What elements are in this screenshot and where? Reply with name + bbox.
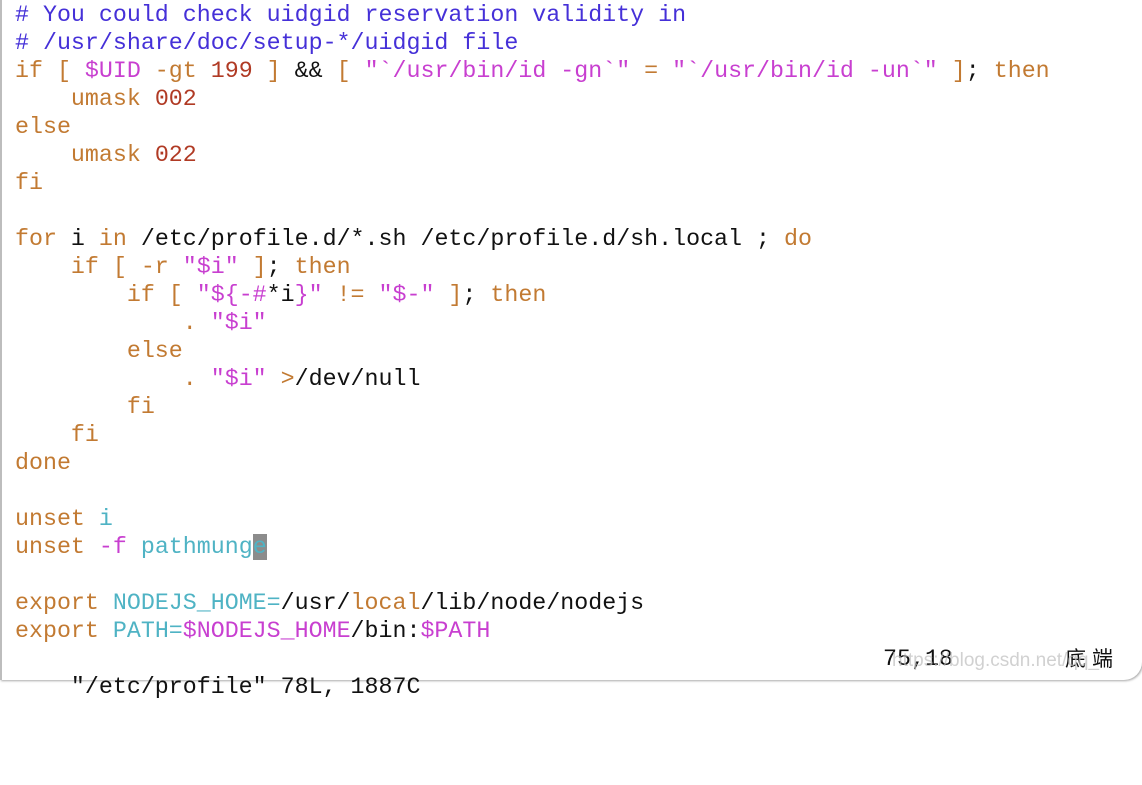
- code-token: "$i": [182, 254, 239, 280]
- code-line: . "$i" >/dev/null: [15, 365, 1050, 393]
- vim-terminal-window[interactable]: # You could check uidgid reservation val…: [0, 0, 1142, 700]
- code-token: ]: [252, 58, 295, 84]
- code-line: if [ "${-#*i}" != "$-" ]; then: [15, 281, 1050, 309]
- code-token: else: [15, 114, 71, 140]
- text-cursor: e: [252, 534, 267, 560]
- code-token: "$-": [378, 282, 435, 308]
- code-token: /usr/: [280, 590, 351, 616]
- code-line: unset -f pathmunge: [15, 533, 1050, 561]
- code-line: done: [15, 449, 1050, 477]
- code-token: "`/usr/bin/id -un`": [672, 58, 938, 84]
- code-line: # /usr/share/doc/setup-*/uidgid file: [15, 29, 1050, 57]
- code-token: 002: [154, 86, 197, 112]
- code-line: . "$i": [15, 309, 1050, 337]
- code-token: ;: [462, 282, 491, 308]
- code-token: -gt: [140, 58, 211, 84]
- code-token: [: [322, 58, 365, 84]
- code-token: for: [15, 226, 57, 252]
- code-token: $UID: [84, 58, 141, 84]
- code-line: fi: [15, 169, 1050, 197]
- code-token: /etc/profile.d/*.sh /etc/profile.d/sh.lo…: [126, 226, 784, 252]
- code-token: local: [350, 590, 421, 616]
- code-token: done: [15, 450, 71, 476]
- code-line: if [ $UID -gt 199 ] && [ "`/usr/bin/id -…: [15, 57, 1050, 85]
- code-token: then: [294, 254, 351, 280]
- code-token: *i: [266, 282, 295, 308]
- file-info: "/etc/profile" 78L, 1887C: [70, 674, 421, 700]
- code-token: then: [490, 282, 547, 308]
- code-line: export NODEJS_HOME=/usr/local/lib/node/n…: [15, 589, 1050, 617]
- code-token: "$i": [210, 310, 267, 336]
- code-token: 199: [210, 58, 253, 84]
- code-token: # /usr/share/doc/setup-*/uidgid file: [15, 30, 519, 56]
- code-token: else: [15, 338, 183, 364]
- code-token: export: [15, 590, 113, 616]
- code-token: ]: [937, 58, 966, 84]
- code-token: umask: [15, 86, 155, 112]
- code-token: ;: [266, 254, 295, 280]
- code-token: ;: [965, 58, 994, 84]
- code-token: $NODEJS_HOME: [182, 618, 351, 644]
- code-token: if [ -r: [15, 254, 183, 280]
- code-token: "${-#: [196, 282, 267, 308]
- code-line: umask 022: [15, 141, 1050, 169]
- code-line: else: [15, 113, 1050, 141]
- code-token: i: [56, 226, 99, 252]
- vim-editor-buffer[interactable]: # You could check uidgid reservation val…: [15, 1, 1050, 645]
- code-token: # You could check uidgid reservation val…: [15, 2, 687, 28]
- code-token: pathmung: [126, 534, 253, 560]
- code-line: export PATH=$NODEJS_HOME/bin:$PATH: [15, 617, 1050, 645]
- code-token: =: [630, 58, 673, 84]
- code-line: fi: [15, 393, 1050, 421]
- code-line: if [ -r "$i" ]; then: [15, 253, 1050, 281]
- code-token: NODEJS_HOME=: [112, 590, 281, 616]
- code-token: if [: [15, 282, 197, 308]
- code-token: "`/usr/bin/id -gn`": [364, 58, 631, 84]
- code-token: >: [266, 366, 295, 392]
- code-token: -f: [98, 534, 127, 560]
- code-token: i: [98, 506, 113, 532]
- code-token: unset: [15, 506, 99, 532]
- code-token: unset: [15, 534, 99, 560]
- code-token: /lib/node/nodejs: [420, 590, 645, 616]
- code-token: ]: [434, 282, 463, 308]
- code-token: }": [294, 282, 323, 308]
- code-token: PATH=: [112, 618, 183, 644]
- watermark: https://blog.csdn.net/qq_: [892, 650, 1100, 671]
- code-token: /dev/null: [294, 366, 421, 392]
- code-line: fi: [15, 421, 1050, 449]
- code-line: # You could check uidgid reservation val…: [15, 1, 1050, 29]
- code-token: ]: [238, 254, 267, 280]
- code-token: $PATH: [420, 618, 491, 644]
- code-token: then: [993, 58, 1050, 84]
- code-token: fi: [15, 170, 43, 196]
- code-line: unset i: [15, 505, 1050, 533]
- code-token: 022: [154, 142, 197, 168]
- code-token: "$i": [210, 366, 267, 392]
- code-token: /bin:: [350, 618, 421, 644]
- code-token: .: [15, 366, 211, 392]
- code-token: fi: [15, 394, 155, 420]
- code-line: else: [15, 337, 1050, 365]
- code-line: for i in /etc/profile.d/*.sh /etc/profil…: [15, 225, 1050, 253]
- code-line: umask 002: [15, 85, 1050, 113]
- code-token: umask: [15, 142, 155, 168]
- code-token: do: [783, 226, 812, 252]
- code-token: if [: [15, 58, 85, 84]
- code-token: in: [98, 226, 127, 252]
- code-token: .: [15, 310, 211, 336]
- code-token: fi: [15, 422, 99, 448]
- code-token: export: [15, 618, 113, 644]
- code-token: &&: [294, 58, 323, 84]
- code-token: !=: [322, 282, 379, 308]
